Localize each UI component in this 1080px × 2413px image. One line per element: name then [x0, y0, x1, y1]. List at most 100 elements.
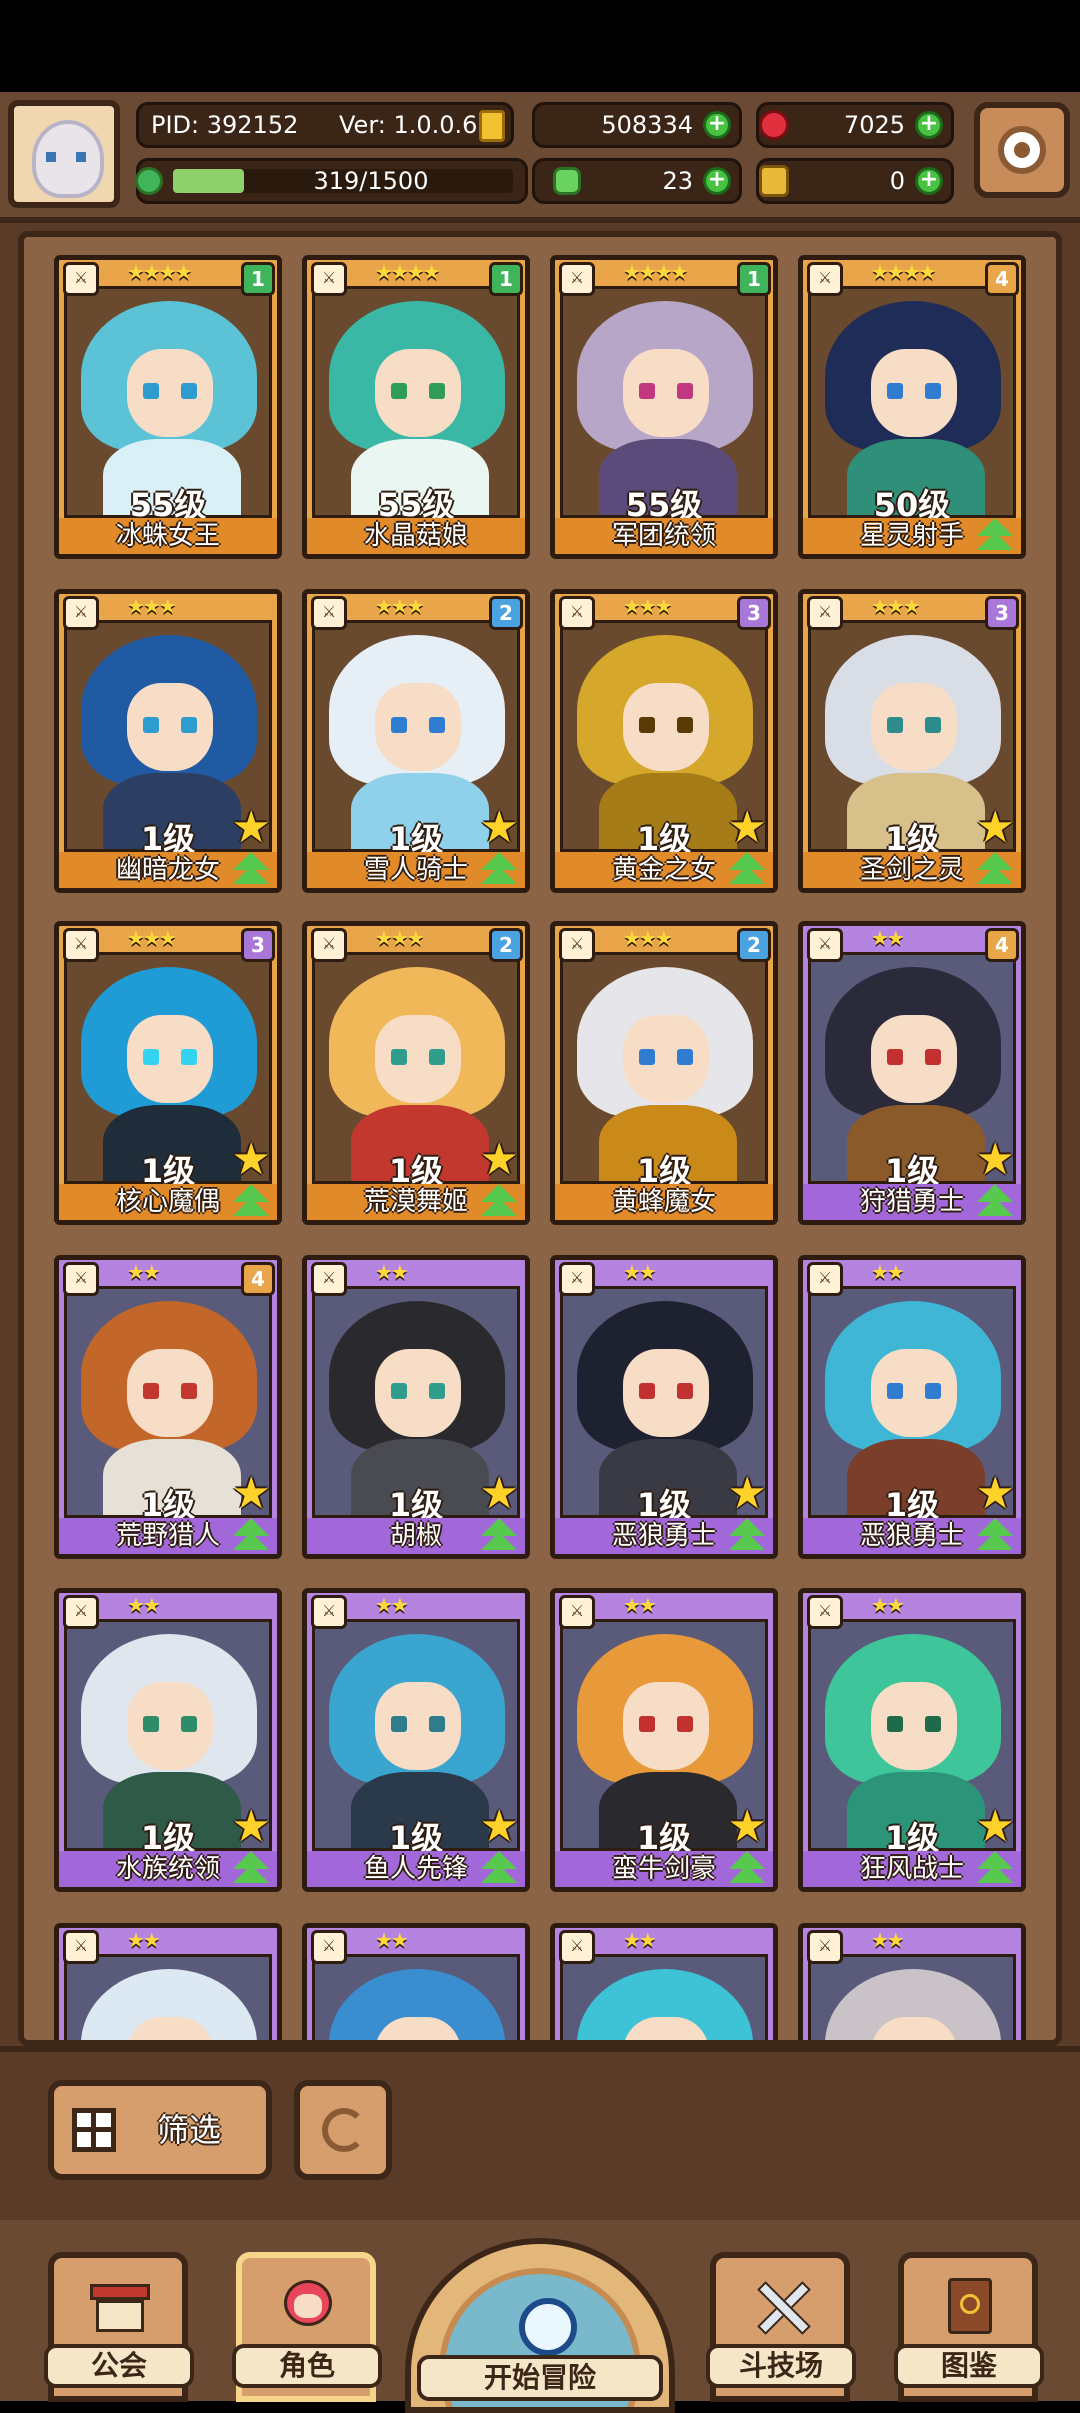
- clover-value: 23: [662, 167, 693, 195]
- character-card[interactable]: ⚔ ★★★★ 4 50级 星灵射手: [798, 255, 1026, 559]
- character-card[interactable]: ⚔ ★★ 1级 ★ 胡椒: [302, 1255, 530, 1559]
- stamina-fill: [173, 169, 245, 193]
- character-card[interactable]: ⚔ ★★ 1级 ★ 狂风战士: [798, 1588, 1026, 1892]
- portrait-eye: [429, 383, 445, 399]
- character-card[interactable]: ⚔ ★★: [54, 1923, 282, 2040]
- class-icon: ⚔: [311, 262, 347, 296]
- rarity-stars: ★★★★: [871, 260, 937, 284]
- character-card[interactable]: ⚔ ★★★★ 1 55级 军团统领: [550, 255, 778, 559]
- portrait-face: [127, 1349, 213, 1437]
- character-portrait: [312, 1954, 520, 2040]
- character-card[interactable]: ⚔ ★★★ 3 1级 ★ 圣剑之灵: [798, 589, 1026, 893]
- clover-bar: 23 +: [532, 158, 742, 204]
- rarity-stars: ★★★: [871, 594, 921, 618]
- portrait-eye: [677, 1716, 693, 1732]
- character-icon: [278, 2276, 338, 2336]
- portrait-face: [375, 1015, 461, 1103]
- top-bar: PID: 392152 Ver: 1.0.0.6 319/1500 508334…: [0, 92, 1080, 223]
- portrait-eye: [887, 1383, 903, 1399]
- level-up-arrow-icon: [975, 514, 1015, 554]
- rank-badge: 1: [737, 262, 771, 296]
- upgrade-star-icon: ★: [479, 1134, 519, 1185]
- gem-bar: 7025 +: [756, 102, 954, 148]
- level-up-arrow-icon: [479, 848, 519, 888]
- portrait-eye: [181, 383, 197, 399]
- character-card[interactable]: ⚔ ★★ 1级 ★ 鱼人先锋: [302, 1588, 530, 1892]
- rarity-stars: ★★★: [375, 926, 425, 950]
- rarity-stars: ★★★: [127, 926, 177, 950]
- status-bar: [0, 0, 1080, 92]
- portrait-eye: [391, 1049, 407, 1065]
- player-avatar[interactable]: [8, 100, 120, 208]
- character-card[interactable]: ⚔ ★★★★ 1 55级 水晶菇娘: [302, 255, 530, 559]
- add-gem-button[interactable]: +: [915, 111, 943, 139]
- character-card[interactable]: ⚔ ★★ 4 1级 ★ 狩猎勇士: [798, 921, 1026, 1225]
- level-up-arrow-icon: [231, 1180, 271, 1220]
- character-card[interactable]: ⚔ ★★ 1级 ★ 恶狼勇士: [550, 1255, 778, 1559]
- rarity-stars: ★★: [623, 1593, 657, 1617]
- add-gold-button[interactable]: +: [703, 111, 731, 139]
- character-card[interactable]: ⚔ ★★★ 3 1级 ★ 黄金之女: [550, 589, 778, 893]
- portrait-eye: [925, 717, 941, 733]
- class-icon: ⚔: [311, 596, 347, 630]
- portrait-eye: [925, 1049, 941, 1065]
- settings-button[interactable]: [974, 102, 1070, 198]
- portrait-face: [623, 1349, 709, 1437]
- level-up-arrow-icon: [727, 1847, 767, 1887]
- character-card[interactable]: ⚔ ★★: [302, 1923, 530, 2040]
- portrait-eye: [887, 717, 903, 733]
- level-up-arrow-icon: [231, 1514, 271, 1554]
- class-icon: ⚔: [311, 928, 347, 962]
- upgrade-star-icon: ★: [231, 1468, 271, 1519]
- character-card[interactable]: ⚔ ★★: [798, 1923, 1026, 2040]
- upgrade-star-icon: ★: [231, 1801, 271, 1852]
- class-icon: ⚔: [807, 1930, 843, 1964]
- rarity-stars: ★★: [127, 1928, 161, 1952]
- character-card[interactable]: ⚔ ★★★★ 1 55级 冰蛛女王: [54, 255, 282, 559]
- rarity-stars: ★★: [871, 1928, 905, 1952]
- portrait-eye: [143, 1716, 159, 1732]
- character-card[interactable]: ⚔ ★★ 1级 ★ 水族统领: [54, 1588, 282, 1892]
- coin-icon: [479, 110, 505, 142]
- portrait-eye: [391, 1383, 407, 1399]
- character-card[interactable]: ⚔ ★★★ 2 1级 ★ 雪人骑士: [302, 589, 530, 893]
- level-up-arrow-icon: [479, 1514, 519, 1554]
- filter-button[interactable]: 筛选: [48, 2080, 272, 2180]
- portrait-eye: [677, 1383, 693, 1399]
- character-name: 水晶菇娘: [307, 518, 525, 554]
- character-card[interactable]: ⚔ ★★★ 3 1级 ★ 核心魔偶: [54, 921, 282, 1225]
- rarity-stars: ★★★: [623, 594, 673, 618]
- portrait-eye: [887, 1049, 903, 1065]
- character-card[interactable]: ⚔ ★★ 4 1级 ★ 荒野猎人: [54, 1255, 282, 1559]
- character-card[interactable]: ⚔ ★★★ 2 1级 黄蜂魔女: [550, 921, 778, 1225]
- portrait-face: [871, 349, 957, 437]
- character-card[interactable]: ⚔ ★★★ 2 1级 ★ 荒漠舞姬: [302, 921, 530, 1225]
- portrait-face: [127, 349, 213, 437]
- level-up-arrow-icon: [727, 848, 767, 888]
- rarity-stars: ★★: [871, 1260, 905, 1284]
- nav-characters[interactable]: 角色: [232, 2252, 382, 2402]
- portrait-face: [623, 349, 709, 437]
- character-panel: ⚔ ★★★★ 1 55级 冰蛛女王 ⚔ ★★★★ 1 55级 水晶菇娘 ⚔ ★★★★ 1 55级 军团统领 ⚔…: [0, 223, 1080, 2046]
- nav-guild[interactable]: 公会: [44, 2252, 194, 2402]
- character-card[interactable]: ⚔ ★★ 1级 ★ 蛮牛剑豪: [550, 1588, 778, 1892]
- start-adventure-label: 开始冒险: [417, 2355, 663, 2401]
- refresh-button[interactable]: [294, 2080, 392, 2180]
- magnifier-icon: [519, 2298, 577, 2356]
- rank-badge: 1: [489, 262, 523, 296]
- class-icon: ⚔: [63, 1595, 99, 1629]
- guild-house-icon: [90, 2276, 150, 2336]
- upgrade-star-icon: ★: [727, 1801, 767, 1852]
- character-card[interactable]: ⚔ ★★ 1级 ★ 恶狼勇士: [798, 1255, 1026, 1559]
- add-key-button[interactable]: +: [915, 167, 943, 195]
- character-list-frame[interactable]: ⚔ ★★★★ 1 55级 冰蛛女王 ⚔ ★★★★ 1 55级 水晶菇娘 ⚔ ★★★★ 1 55级 军团统领 ⚔…: [18, 231, 1062, 2046]
- nav-codex[interactable]: 图鉴: [894, 2252, 1044, 2402]
- portrait-face: [871, 1015, 957, 1103]
- nav-arena[interactable]: 斗技场: [706, 2252, 856, 2402]
- character-card[interactable]: ⚔ ★★: [550, 1923, 778, 2040]
- add-clover-button[interactable]: +: [703, 167, 731, 195]
- class-icon: ⚔: [807, 596, 843, 630]
- rank-badge: 3: [241, 928, 275, 962]
- gem-value: 7025: [843, 111, 905, 139]
- character-card[interactable]: ⚔ ★★★ 1级 ★ 幽暗龙女: [54, 589, 282, 893]
